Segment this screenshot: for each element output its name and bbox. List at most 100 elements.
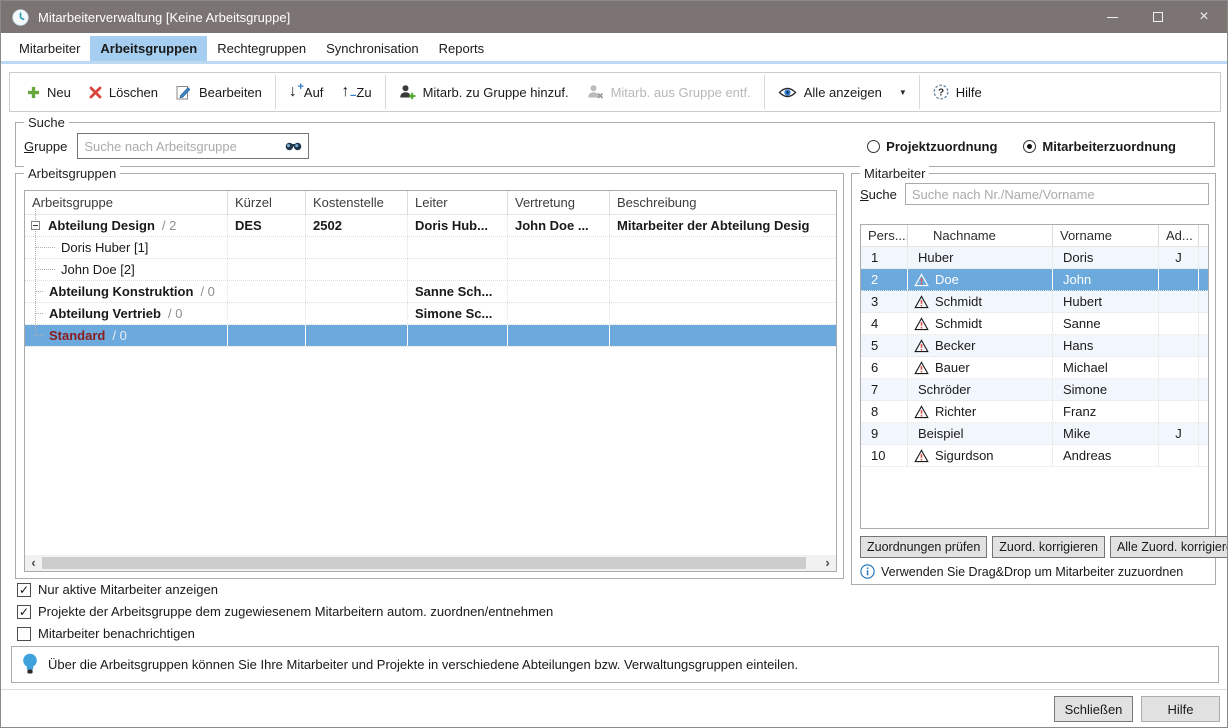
- column-header-arbeitsgruppe[interactable]: Arbeitsgruppe: [25, 191, 228, 214]
- column-header-beschreibung[interactable]: Beschreibung: [610, 191, 836, 214]
- remove-member-from-group-button[interactable]: Mitarb. aus Gruppe entf.: [578, 77, 760, 107]
- warning-icon: [914, 449, 929, 463]
- dragdrop-hint: Verwenden Sie Drag&Drop um Mitarbeiter z…: [860, 564, 1211, 579]
- employee-search-label: Suche: [860, 187, 897, 202]
- move-down-button[interactable]: ↑− Zu: [332, 77, 380, 107]
- checkbox-auto-assign-projects[interactable]: ✓ Projekte der Arbeitsgruppe dem zugewie…: [17, 603, 553, 620]
- employee-row[interactable]: 10 Sigurdson Andreas: [861, 445, 1208, 467]
- employee-row[interactable]: 4 Schmidt Sanne: [861, 313, 1208, 335]
- checkbox-unchecked-icon: [17, 627, 31, 641]
- titlebar[interactable]: Mitarbeiterverwaltung [Keine Arbeitsgrup…: [1, 1, 1227, 33]
- arrow-down-plus-icon: ↓+: [289, 85, 297, 99]
- toolbar: Neu Löschen Bearbeiten ↓+ Auf ↑− Zu: [9, 72, 1221, 112]
- warning-icon: [914, 273, 929, 287]
- person-remove-icon: [587, 84, 604, 100]
- tab-rechtegruppen[interactable]: Rechtegruppen: [207, 36, 316, 61]
- column-header-vertretung[interactable]: Vertretung: [508, 191, 610, 214]
- assignment-buttons: Zuordnungen prüfen Zuord. korrigieren Al…: [860, 536, 1209, 558]
- workgroups-groupbox-label: Arbeitsgruppen: [24, 166, 120, 181]
- show-all-button[interactable]: Alle anzeigen: [769, 77, 891, 107]
- person-add-icon: [399, 84, 416, 100]
- tree-collapse-icon[interactable]: [31, 221, 40, 230]
- checkbox-notify-employees[interactable]: Mitarbeiter benachrichtigen: [17, 625, 553, 642]
- radio-projektzuordnung[interactable]: Projektzuordnung: [867, 139, 997, 154]
- column-header-persnr[interactable]: Pers....▲: [861, 225, 908, 246]
- plus-icon: [27, 86, 40, 99]
- app-window: Mitarbeiterverwaltung [Keine Arbeitsgrup…: [0, 0, 1228, 728]
- workgroup-row[interactable]: Abteilung Design / 2 DES 2502 Doris Hub.…: [25, 215, 836, 237]
- app-clock-icon: [12, 9, 29, 26]
- footer-separator: [1, 689, 1227, 690]
- close-dialog-button[interactable]: Schließen: [1054, 696, 1133, 722]
- employee-row[interactable]: 6 Bauer Michael: [861, 357, 1208, 379]
- workgroup-row-selected[interactable]: Standard / 0: [25, 325, 836, 347]
- move-up-button[interactable]: ↓+ Auf: [280, 77, 333, 107]
- new-button[interactable]: Neu: [18, 77, 80, 107]
- minimize-icon: [1107, 17, 1118, 18]
- workgroup-member-row[interactable]: Doris Huber [1]: [25, 237, 836, 259]
- info-hint-panel: Über die Arbeitsgruppen können Sie Ihre …: [11, 646, 1219, 683]
- column-header-kuerzel[interactable]: Kürzel: [228, 191, 306, 214]
- scroll-left-arrow[interactable]: ‹: [25, 555, 42, 571]
- group-search-input[interactable]: [84, 139, 285, 154]
- tab-mitarbeiter[interactable]: Mitarbeiter: [9, 36, 90, 61]
- binoculars-icon: [285, 141, 302, 152]
- close-icon: ×: [1199, 9, 1208, 25]
- tab-reports[interactable]: Reports: [429, 36, 495, 61]
- employee-row[interactable]: 9 Beispiel Mike J: [861, 423, 1208, 445]
- workgroups-groupbox: Arbeitsgruppen Arbeitsgruppe Kürzel Kost…: [15, 173, 844, 579]
- add-member-to-group-button[interactable]: Mitarb. zu Gruppe hinzuf.: [390, 77, 578, 107]
- warning-icon: [914, 361, 929, 375]
- help-dialog-button[interactable]: Hilfe: [1141, 696, 1220, 722]
- column-header-leiter[interactable]: Leiter: [408, 191, 508, 214]
- employee-row[interactable]: 3 Schmidt Hubert: [861, 291, 1208, 313]
- scroll-right-arrow[interactable]: ›: [819, 555, 836, 571]
- show-all-dropdown-button[interactable]: ▼: [891, 77, 915, 107]
- employee-row[interactable]: 7 Schröder Simone: [861, 379, 1208, 401]
- warning-icon: [914, 317, 929, 331]
- employee-row[interactable]: 5 Becker Hans: [861, 335, 1208, 357]
- correct-all-assignments-button[interactable]: Alle Zuord. korrigieren: [1110, 536, 1228, 558]
- column-header-kostenstelle[interactable]: Kostenstelle: [306, 191, 408, 214]
- column-header-nachname[interactable]: Nachname: [908, 225, 1053, 246]
- employees-groupbox-label: Mitarbeiter: [860, 166, 929, 181]
- edit-button[interactable]: Bearbeiten: [167, 77, 271, 107]
- tab-bar: Mitarbeiter Arbeitsgruppen Rechtegruppen…: [1, 33, 1227, 61]
- workgroups-table-body: Abteilung Design / 2 DES 2502 Doris Hub.…: [25, 215, 836, 347]
- column-header-vorname[interactable]: Vorname: [1053, 225, 1159, 246]
- tab-underline: [1, 61, 1227, 64]
- employee-search-input[interactable]: [905, 183, 1209, 205]
- workgroup-row[interactable]: Abteilung Vertrieb / 0 Simone Sc...: [25, 303, 836, 325]
- minimize-button[interactable]: [1089, 1, 1135, 33]
- toolbar-separator: [275, 75, 276, 109]
- workgroup-row[interactable]: Abteilung Konstruktion / 0 Sanne Sch...: [25, 281, 836, 303]
- scrollbar-thumb[interactable]: [42, 557, 806, 569]
- assignment-radios: Projektzuordnung Mitarbeiterzuordnung: [867, 139, 1176, 154]
- employee-row[interactable]: 1 Huber Doris J: [861, 247, 1208, 269]
- checkbox-active-employees[interactable]: ✓ Nur aktive Mitarbeiter anzeigen: [17, 581, 553, 598]
- radio-mitarbeiterzuordnung[interactable]: Mitarbeiterzuordnung: [1023, 139, 1176, 154]
- tab-synchronisation[interactable]: Synchronisation: [316, 36, 429, 61]
- delete-button[interactable]: Löschen: [80, 77, 167, 107]
- tab-arbeitsgruppen[interactable]: Arbeitsgruppen: [90, 36, 207, 61]
- search-groupbox-label: Suche: [24, 115, 69, 130]
- tree-branch-line: [35, 291, 43, 292]
- employees-groupbox: Mitarbeiter Suche Pers....▲ Nachname Vor…: [851, 173, 1216, 585]
- employee-row-selected[interactable]: 2 Doe John: [861, 269, 1208, 291]
- close-button[interactable]: ×: [1181, 1, 1227, 33]
- employee-row[interactable]: 8 Richter Franz: [861, 401, 1208, 423]
- correct-assignment-button[interactable]: Zuord. korrigieren: [992, 536, 1105, 558]
- info-icon: [860, 564, 875, 579]
- horizontal-scrollbar[interactable]: ‹ ›: [25, 555, 836, 571]
- column-header-ad[interactable]: Ad...: [1159, 225, 1199, 246]
- help-button[interactable]: ? Hilfe: [924, 77, 991, 107]
- toolbar-separator: [385, 75, 386, 109]
- workgroup-member-row[interactable]: John Doe [2]: [25, 259, 836, 281]
- check-assignments-button[interactable]: Zuordnungen prüfen: [860, 536, 987, 558]
- help-icon: ?: [933, 84, 949, 100]
- tree-branch-line: [35, 247, 55, 248]
- tree-branch-line: [35, 313, 43, 314]
- warning-icon: [914, 405, 929, 419]
- maximize-button[interactable]: [1135, 1, 1181, 33]
- warning-icon: [914, 339, 929, 353]
